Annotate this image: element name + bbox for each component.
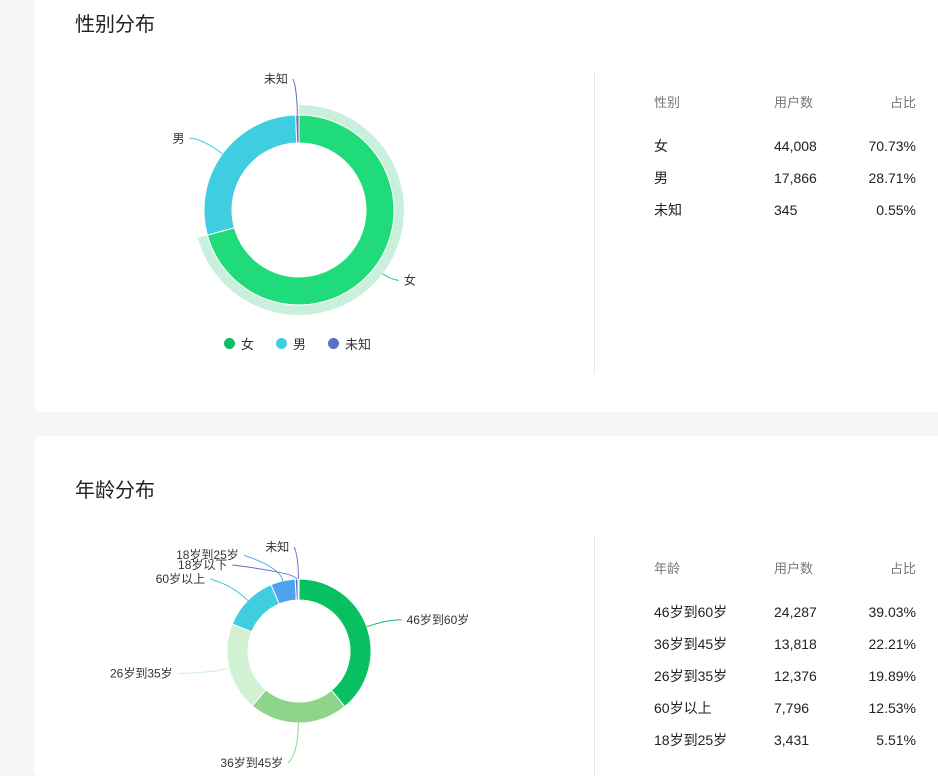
chart-slice-0[interactable] [298, 578, 372, 708]
table-header-users: 用户数 [774, 94, 814, 110]
table-cell-count: 44,008 [774, 138, 817, 154]
gender-distribution-card: 性别分布 女男未知 女男未知 性别 用户数 占比 女 44,008 70.73%… [34, 0, 938, 412]
gender-table: 性别 用户数 占比 女 44,008 70.73% 男 17,866 28.71… [646, 86, 916, 226]
chart-slice-label: 18岁以下 [178, 557, 227, 572]
chart-leader-line [293, 546, 299, 580]
table-cell-percent: 28.71% [868, 170, 916, 186]
table-cell-count: 13,818 [774, 636, 817, 652]
gender-legend: 女 男 未知 [224, 334, 371, 353]
legend-label: 女 [241, 337, 255, 352]
chart-slice-label: 60岁以上 [156, 571, 205, 586]
age-donut-chart: 46岁到60岁36岁到45岁26岁到35岁60岁以上18岁到25岁18岁以下未知 [110, 540, 470, 770]
table-row: 男 17,866 28.71% [646, 162, 916, 194]
divider [594, 536, 595, 776]
table-cell-label: 女 [654, 138, 668, 154]
legend-dot-icon [276, 338, 288, 349]
table-header-gender: 性别 [654, 94, 681, 110]
table-cell-percent: 12.53% [868, 700, 916, 716]
legend-dot-icon [328, 338, 340, 349]
table-row: 60岁以上 7,796 12.53% [646, 692, 916, 724]
table-header-row: 年龄 用户数 占比 [646, 552, 916, 582]
table-header-users: 用户数 [774, 560, 814, 576]
legend-label: 未知 [345, 337, 372, 352]
table-cell-label: 26岁到35岁 [654, 668, 728, 684]
table-cell-count: 24,287 [774, 604, 817, 620]
chart-slice-2[interactable] [295, 114, 300, 144]
legend-label: 男 [293, 337, 307, 352]
chart-leader-line [243, 554, 284, 581]
age-table: 年龄 用户数 占比 46岁到60岁 24,287 39.03% 36岁到45岁 … [646, 552, 916, 756]
table-cell-count: 17,866 [774, 170, 817, 186]
table-cell-percent: 70.73% [868, 138, 916, 154]
chart-slice-2[interactable] [226, 623, 267, 707]
table-row: 46岁到60岁 24,287 39.03% [646, 582, 916, 628]
table-cell-count: 7,796 [774, 700, 810, 716]
chart-slice-label: 未知 [265, 540, 289, 554]
table-cell-label: 60岁以上 [654, 700, 712, 716]
table-row: 未知 345 0.55% [646, 194, 916, 226]
table-cell-label: 36岁到45岁 [654, 636, 728, 652]
chart-slice-1[interactable] [251, 689, 346, 724]
chart-slice-label: 46岁到60岁 [407, 612, 470, 627]
table-cell-label: 46岁到60岁 [654, 604, 728, 620]
legend-item[interactable]: 女 [224, 334, 254, 353]
table-cell-percent: 0.55% [876, 202, 916, 218]
chart-leader-line [292, 78, 298, 116]
table-cell-percent: 19.89% [868, 668, 916, 684]
table-cell-count: 345 [774, 202, 798, 218]
table-cell-percent: 5.51% [876, 732, 916, 748]
legend-dot-icon [224, 338, 235, 349]
table-row: 女 44,008 70.73% [646, 116, 916, 162]
chart-leader-line [382, 273, 399, 282]
age-distribution-card: 年龄分布 46岁到60岁 36岁到45岁 26岁到35岁 60岁以上 18岁到25岁 18… [34, 436, 938, 776]
table-header-ratio: 占比 [889, 560, 916, 576]
chart-slice-label: 26岁到35岁 [110, 665, 173, 680]
table-header-row: 性别 用户数 占比 [646, 86, 916, 116]
chart-leader-line [209, 578, 249, 601]
chart-leader-line [232, 564, 298, 580]
table-row: 36岁到45岁 13,818 22.21% [646, 628, 916, 660]
chart-leader-line [189, 137, 223, 155]
chart-slice-1[interactable] [203, 114, 298, 236]
legend-item[interactable]: 未知 [328, 334, 371, 353]
chart-slice-label: 女 [404, 273, 416, 288]
table-cell-label: 未知 [654, 202, 682, 218]
chart-leader-line [287, 722, 299, 764]
table-header-ratio: 占比 [889, 94, 916, 110]
table-cell-percent: 22.21% [868, 636, 916, 652]
chart-slice-3[interactable] [231, 583, 280, 633]
table-row: 26岁到35岁 12,376 19.89% [646, 660, 916, 692]
chart-slice-label: 未知 [264, 72, 288, 86]
divider [594, 72, 595, 374]
table-cell-percent: 39.03% [868, 604, 916, 620]
chart-leader-line [177, 667, 230, 674]
table-cell-label: 18岁到25岁 [654, 732, 728, 748]
table-row: 18岁到25岁 3,431 5.51% [646, 724, 916, 756]
chart-slice-label: 男 [173, 131, 185, 145]
chart-slice-6[interactable] [297, 578, 300, 601]
chart-leader-line [366, 619, 402, 628]
table-cell-count: 12,376 [774, 668, 817, 684]
table-cell-count: 3,431 [774, 732, 810, 748]
chart-slice-label: 36岁到45岁 [220, 755, 283, 770]
legend-item[interactable]: 男 [276, 334, 306, 353]
table-cell-label: 男 [654, 170, 668, 186]
table-header-age: 年龄 [654, 560, 681, 576]
